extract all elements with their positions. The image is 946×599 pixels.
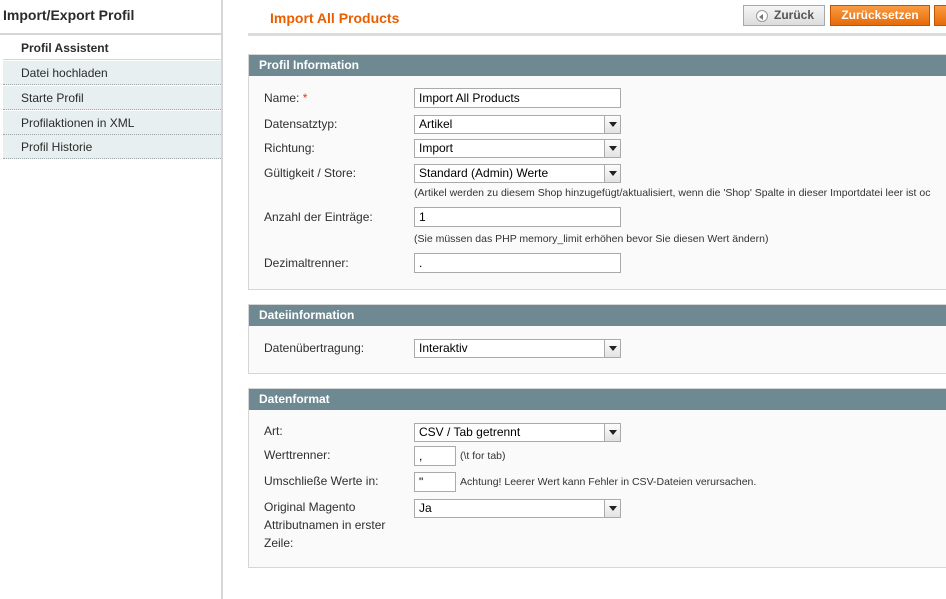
sidebar: Import/Export Profil Profil Assistent Da… (0, 0, 223, 599)
value-delimiter-note: (\t for tab) (460, 450, 506, 462)
enclose-values-note: Achtung! Leerer Wert kann Fehler in CSV-… (460, 476, 757, 488)
direction-label: Richtung: (264, 141, 315, 155)
back-arrow-icon (756, 10, 768, 22)
chevron-down-icon (604, 424, 620, 441)
name-label-text: Name: (264, 91, 300, 105)
sidebar-item-profile-actions-xml[interactable]: Profilaktionen in XML (3, 111, 221, 135)
decimal-separator-label: Dezimaltrenner: (264, 256, 349, 270)
enclose-values-input[interactable] (414, 472, 456, 492)
direction-select[interactable]: Import (414, 139, 621, 158)
name-input[interactable] (414, 88, 621, 108)
entry-count-label: Anzahl der Einträge: (264, 210, 373, 224)
sidebar-item-run-profile[interactable]: Starte Profil (3, 86, 221, 110)
data-format-section: Datenformat Art: CSV / Tab getrennt Wert… (248, 388, 946, 568)
data-transfer-label: Datenübertragung: (264, 341, 365, 355)
header-row-label: Original Magento Attributnamen in erster… (264, 498, 385, 552)
sidebar-divider (0, 33, 221, 35)
store-select[interactable]: Standard (Admin) Werte (414, 164, 621, 183)
chevron-down-icon (604, 500, 620, 517)
format-type-select[interactable]: CSV / Tab getrennt (414, 423, 621, 442)
entity-type-label: Datensatztyp: (264, 117, 338, 131)
format-type-value: CSV / Tab getrennt (419, 425, 521, 439)
chevron-down-icon (604, 116, 620, 133)
header-row-label-line-2: Attributnamen in erster (264, 518, 386, 532)
entity-type-select[interactable]: Artikel (414, 115, 621, 134)
store-note: (Artikel werden zu diesem Shop hinzugefü… (414, 187, 931, 199)
save-button-partial[interactable] (934, 5, 946, 26)
profile-information-section: Profil Information Name: * Datensatztyp:… (248, 54, 946, 290)
sidebar-title: Import/Export Profil (3, 7, 135, 23)
format-type-label: Art: (264, 424, 283, 438)
chevron-down-icon (604, 340, 620, 357)
name-label: Name: * (264, 89, 307, 107)
entry-count-input[interactable] (414, 207, 621, 227)
entity-type-value: Artikel (419, 117, 453, 131)
profile-information-heading: Profil Information (249, 55, 946, 76)
decimal-separator-input[interactable] (414, 253, 621, 273)
header-divider (248, 33, 946, 36)
data-format-heading: Datenformat (249, 389, 946, 410)
direction-value: Import (419, 141, 454, 155)
required-marker: * (302, 91, 308, 105)
header-row-label-line-3: Zeile: (264, 536, 294, 550)
data-transfer-select[interactable]: Interaktiv (414, 339, 621, 358)
store-label: Gültigkeit / Store: (264, 166, 357, 180)
chevron-down-icon (604, 140, 620, 157)
back-button-label: Zurück (774, 8, 815, 22)
value-delimiter-input[interactable] (414, 446, 456, 466)
enclose-values-label: Umschließe Werte in: (264, 474, 379, 488)
entry-count-note: (Sie müssen das PHP memory_limit erhöhen… (414, 233, 769, 245)
reset-button[interactable]: Zurücksetzen (830, 5, 930, 26)
file-information-heading: Dateiinformation (249, 305, 946, 326)
data-transfer-value: Interaktiv (419, 341, 468, 355)
page-title: Import All Products (270, 10, 400, 26)
header-row-label-line-1: Original Magento (264, 500, 356, 514)
value-delimiter-label: Werttrenner: (264, 448, 331, 462)
store-value: Standard (Admin) Werte (419, 166, 549, 180)
sidebar-item-profile-history[interactable]: Profil Historie (3, 135, 221, 159)
file-information-section: Dateiinformation Datenübertragung: Inter… (248, 304, 946, 374)
chevron-down-icon (604, 165, 620, 182)
header-row-select[interactable]: Ja (414, 499, 621, 518)
header-row-value: Ja (419, 501, 432, 515)
sidebar-item-profile-wizard[interactable]: Profil Assistent (3, 36, 221, 60)
back-button[interactable]: Zurück (743, 5, 825, 26)
sidebar-item-upload-file[interactable]: Datei hochladen (3, 61, 221, 85)
